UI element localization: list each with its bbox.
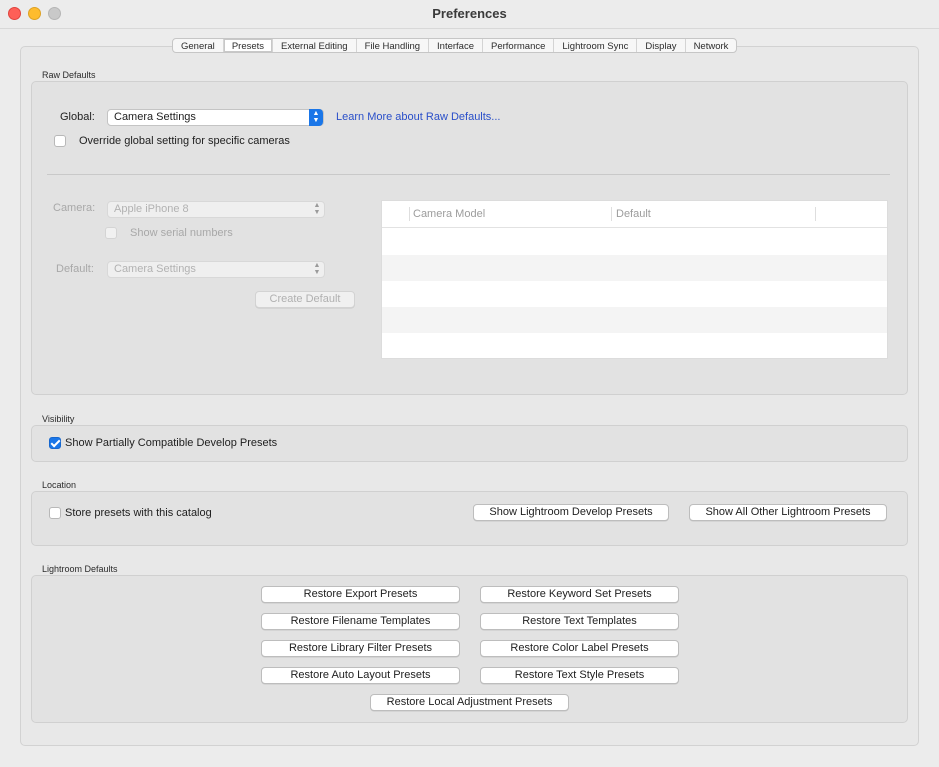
column-separator <box>409 207 410 221</box>
create-default-button[interactable]: Create Default <box>255 291 355 308</box>
store-presets-checkbox[interactable] <box>49 507 61 519</box>
select-arrows-icon: ▲ ▼ <box>309 109 323 126</box>
tab-performance[interactable]: Performance <box>483 39 555 52</box>
lightroom-defaults-section-label: Lightroom Defaults <box>42 564 118 574</box>
show-serial-checkbox[interactable] <box>105 227 117 239</box>
tab-display[interactable]: Display <box>637 39 686 52</box>
select-arrows-icon: ▲ ▼ <box>313 262 321 276</box>
table-header: Camera Model Default <box>382 201 887 228</box>
override-label: Override global setting for specific cam… <box>79 135 290 147</box>
restore-keyword-set-presets-button[interactable]: Restore Keyword Set Presets <box>480 586 679 603</box>
table-row <box>382 333 887 359</box>
restore-export-presets-button[interactable]: Restore Export Presets <box>261 586 460 603</box>
global-select-value: Camera Settings <box>114 111 196 123</box>
tab-presets[interactable]: Presets <box>223 39 274 52</box>
default-select-value: Camera Settings <box>114 263 196 275</box>
global-select[interactable]: Camera Settings ▲ ▼ <box>107 109 324 126</box>
restore-text-style-presets-button[interactable]: Restore Text Style Presets <box>480 667 679 684</box>
window-title: Preferences <box>432 6 507 21</box>
restore-library-filter-presets-button[interactable]: Restore Library Filter Presets <box>261 640 460 657</box>
store-presets-label: Store presets with this catalog <box>65 507 212 519</box>
restore-auto-layout-presets-button[interactable]: Restore Auto Layout Presets <box>261 667 460 684</box>
select-arrows-icon: ▲ ▼ <box>313 202 321 216</box>
column-separator <box>815 207 816 221</box>
column-default[interactable]: Default <box>616 208 651 220</box>
table-row <box>382 307 887 333</box>
title-bar-divider <box>0 28 939 29</box>
column-camera-model[interactable]: Camera Model <box>413 208 485 220</box>
restore-local-adjustment-presets-button[interactable]: Restore Local Adjustment Presets <box>370 694 569 711</box>
show-partial-presets-label: Show Partially Compatible Develop Preset… <box>65 437 278 449</box>
location-section-label: Location <box>42 480 77 490</box>
override-checkbox[interactable] <box>54 135 66 147</box>
camera-select[interactable]: Apple iPhone 8 ▲ ▼ <box>107 201 325 218</box>
tab-file-handling[interactable]: File Handling <box>357 39 430 52</box>
tab-external-editing[interactable]: External Editing <box>273 39 357 52</box>
default-label: Default: <box>56 263 94 275</box>
column-separator <box>611 207 612 221</box>
table-row <box>382 255 887 281</box>
show-develop-presets-button[interactable]: Show Lightroom Develop Presets <box>473 504 669 521</box>
camera-defaults-table: Camera Model Default <box>381 200 888 359</box>
default-select[interactable]: Camera Settings ▲ ▼ <box>107 261 325 278</box>
tab-lightroom-sync[interactable]: Lightroom Sync <box>554 39 638 52</box>
tab-network[interactable]: Network <box>686 39 737 52</box>
global-label: Global: <box>60 111 95 123</box>
tab-general[interactable]: General <box>173 39 224 52</box>
camera-label: Camera: <box>53 202 96 214</box>
raw-defaults-section-label: Raw Defaults <box>42 70 96 80</box>
table-row <box>382 281 887 307</box>
restore-filename-templates-button[interactable]: Restore Filename Templates <box>261 613 460 630</box>
preferences-tabs: General Presets External Editing File Ha… <box>172 38 738 53</box>
tab-interface[interactable]: Interface <box>429 39 483 52</box>
restore-text-templates-button[interactable]: Restore Text Templates <box>480 613 679 630</box>
learn-more-raw-defaults-link[interactable]: Learn More about Raw Defaults... <box>336 111 500 123</box>
show-partial-presets-checkbox[interactable] <box>49 437 61 449</box>
title-bar: Preferences <box>0 0 939 28</box>
raw-defaults-divider <box>47 174 890 175</box>
camera-select-value: Apple iPhone 8 <box>114 203 189 215</box>
visibility-section-label: Visibility <box>42 414 75 424</box>
show-serial-label: Show serial numbers <box>130 227 233 239</box>
show-other-presets-button[interactable]: Show All Other Lightroom Presets <box>689 504 887 521</box>
table-row <box>382 229 887 255</box>
restore-color-label-presets-button[interactable]: Restore Color Label Presets <box>480 640 679 657</box>
